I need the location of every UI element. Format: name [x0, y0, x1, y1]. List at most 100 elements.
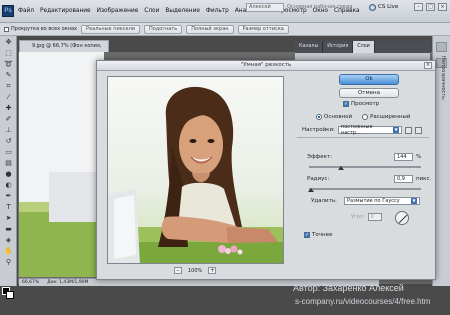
lasso-tool-icon[interactable]: ➰	[3, 60, 14, 69]
amount-slider-track[interactable]	[309, 166, 421, 168]
3d-tool-icon[interactable]: ◈	[3, 236, 14, 245]
mode-advanced-radio[interactable]	[362, 114, 369, 120]
healing-tool-icon[interactable]: ✚	[3, 104, 14, 113]
workspace-switcher[interactable]: Основная рабочая среда	[287, 4, 352, 10]
angle-label: Угол:	[351, 214, 365, 220]
amount-row: Эффект: 144 %	[307, 153, 421, 161]
zoom-out-button[interactable]: –	[174, 267, 182, 274]
stamp-tool-icon[interactable]: ⊥	[3, 126, 14, 135]
angle-dial-line-icon	[398, 214, 408, 224]
tab-history[interactable]: История	[323, 41, 354, 53]
more-accurate-label: Точнее	[312, 232, 333, 238]
move-tool-icon[interactable]: ✥	[3, 38, 14, 47]
shape-tool-icon[interactable]: ▬	[3, 225, 14, 234]
options-bar: Прокрутка во всех окнах Реальные пиксели…	[0, 23, 450, 36]
cs-live-button[interactable]: CS Live	[369, 2, 398, 12]
pen-tool-icon[interactable]: ✒	[3, 192, 14, 201]
history-brush-tool-icon[interactable]: ↺	[3, 137, 14, 146]
more-accurate-option[interactable]: ✓ Точнее	[304, 232, 332, 238]
photoshop-logo: Ps	[2, 5, 14, 17]
settings-select[interactable]: постоянные настр... ▼	[337, 124, 402, 136]
document-canvas[interactable]	[19, 52, 104, 277]
remove-label: Удалить:	[311, 198, 337, 204]
eraser-tool-icon[interactable]: ▭	[3, 148, 14, 157]
preview-checkbox[interactable]: ✓	[343, 101, 349, 107]
radius-input[interactable]: 0,9	[394, 175, 413, 183]
radius-label: Радиус:	[307, 176, 330, 182]
amount-unit: %	[416, 154, 422, 160]
menu-layers[interactable]: Слои	[144, 8, 159, 14]
close-button[interactable]: ×	[438, 3, 447, 11]
menu-file[interactable]: Файл	[18, 8, 34, 14]
tab-channels[interactable]: Каналы	[295, 41, 324, 53]
panel-dock-icon[interactable]	[436, 42, 447, 52]
scroll-all-checkbox[interactable]	[4, 26, 9, 32]
cancel-button[interactable]: Отмена	[339, 88, 399, 98]
zoom-in-button[interactable]: +	[208, 267, 217, 274]
opacity-label: Непрозрачность:	[440, 56, 446, 101]
quick-select-tool-icon[interactable]: ✎	[3, 71, 14, 80]
mode-basic-label: Основной	[324, 114, 353, 120]
preview-zoom-level: 100%	[188, 267, 203, 274]
status-zoom[interactable]: 66,67%	[22, 280, 39, 285]
ok-button[interactable]: Ok	[339, 74, 399, 85]
fit-screen-button[interactable]: Подогнать	[144, 24, 183, 34]
menu-edit[interactable]: Редактирование	[40, 8, 91, 14]
gradient-tool-icon[interactable]: ▤	[3, 159, 14, 168]
radius-slider-track[interactable]	[309, 188, 421, 190]
menu-select[interactable]: Выделение	[165, 8, 200, 14]
layers-panel-tabs: Каналы История Слои	[295, 41, 430, 53]
mode-advanced-label: Расширенный	[370, 114, 411, 120]
path-select-tool-icon[interactable]: ➤	[3, 214, 14, 223]
mode-basic-radio[interactable]	[316, 114, 322, 120]
tools-panel: ✥ ⬚ ➰ ✎ ⌗ ⁄ ✚ ✐ ⊥ ↺ ▭ ▤ ● ◐ ✒ T ➤ ▬ ◈ ✋ …	[0, 36, 17, 286]
preview-option[interactable]: ✓ Просмотр	[343, 101, 379, 107]
crop-tool-icon[interactable]: ⌗	[3, 82, 14, 91]
window-controls: – □ ×	[414, 3, 447, 11]
hand-tool-icon[interactable]: ✋	[3, 247, 14, 256]
settings-value: постоянные настр...	[340, 124, 373, 136]
brush-tool-icon[interactable]: ✐	[3, 115, 14, 124]
save-settings-icon[interactable]	[404, 126, 412, 134]
dodge-tool-icon[interactable]: ◐	[3, 181, 14, 190]
mode-basic-option[interactable]: Основной	[316, 114, 352, 120]
menu-image[interactable]: Изображение	[97, 8, 139, 14]
sharpen-preview[interactable]	[107, 76, 284, 264]
chevron-down-icon: ▼	[411, 198, 417, 204]
full-screen-button[interactable]: Полный экран	[186, 24, 234, 34]
radius-slider-thumb[interactable]	[308, 188, 315, 192]
tab-layers[interactable]: Слои	[353, 41, 375, 53]
user-field[interactable]: Алексей	[246, 3, 284, 12]
maximize-button[interactable]: □	[426, 3, 435, 11]
more-accurate-checkbox[interactable]: ✓	[304, 232, 310, 238]
url-watermark: s-company.ru/videocourses/4/free.htm	[295, 297, 431, 306]
minimize-button[interactable]: –	[414, 3, 423, 11]
document-image	[19, 52, 104, 277]
remove-select[interactable]: Размытие по Гауссу ▼	[344, 197, 420, 205]
angle-dial[interactable]	[395, 211, 409, 225]
scroll-all-label: Прокрутка во всех окнах	[11, 26, 78, 32]
document-tab[interactable]: 9.jpg @ 66,7% (Фон копия, RGB/8) *	[19, 40, 109, 59]
background-color-swatch[interactable]	[6, 291, 14, 299]
menu-filter[interactable]: Фильтр	[206, 8, 229, 14]
actual-pixels-button[interactable]: Реальные пиксели	[81, 24, 141, 34]
remove-value: Размытие по Гауссу	[347, 198, 400, 204]
print-size-button[interactable]: Размер оттиска	[237, 24, 289, 34]
delete-settings-icon[interactable]	[414, 126, 422, 134]
zoom-tool-icon[interactable]: ⚲	[3, 258, 14, 267]
preview-photo	[108, 77, 283, 263]
preview-zoom-control: – 100% +	[174, 267, 217, 274]
angle-row: Угол: 0	[351, 213, 382, 221]
amount-slider-thumb[interactable]	[338, 166, 345, 170]
blur-tool-icon[interactable]: ●	[3, 170, 14, 179]
dialog-close-button[interactable]: ×	[424, 62, 432, 69]
marquee-tool-icon[interactable]: ⬚	[3, 49, 14, 58]
status-doc-info[interactable]: Док: 1,43M/1,90M	[47, 280, 88, 285]
mode-advanced-option[interactable]: Расширенный	[362, 114, 410, 120]
angle-input[interactable]: 0	[367, 213, 382, 221]
amount-input[interactable]: 144	[394, 153, 413, 161]
mode-radio-group: Основной Расширенный	[316, 114, 410, 120]
scroll-all-option[interactable]: Прокрутка во всех окнах	[4, 26, 77, 32]
type-tool-icon[interactable]: T	[3, 203, 14, 212]
eyedropper-tool-icon[interactable]: ⁄	[3, 93, 14, 102]
